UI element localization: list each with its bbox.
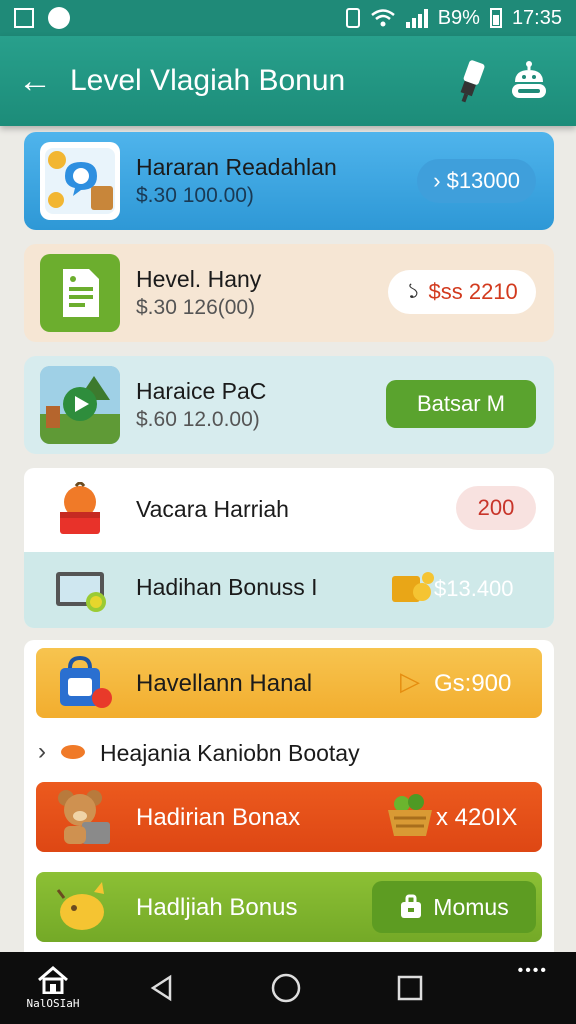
card-title: Hevel. Hany [136, 266, 262, 292]
home-button[interactable]: NalOSIaH [18, 966, 88, 1010]
house-icon [38, 966, 68, 995]
reward-value: $13.400 [434, 576, 514, 601]
home-circle-icon[interactable] [270, 972, 302, 1004]
clock: 17:35 [511, 6, 562, 29]
shopping-bag-icon [54, 654, 114, 717]
bonus-bar-red[interactable]: Hadirian Bonax x 420IX [36, 782, 542, 852]
price-value: $13000 [446, 168, 520, 193]
app-bar: ← Level Vlagiah Bonun [0, 36, 576, 126]
bar-title: Hadirian Bonax [136, 804, 301, 831]
briefcase-icon [401, 894, 422, 918]
bar-value: x 420IX [436, 804, 518, 831]
count-pill[interactable]: 200 [456, 486, 536, 530]
usb-stick-icon[interactable] [442, 52, 500, 110]
bonus-bar-green[interactable]: Hadljiah Bonus Momus [36, 872, 542, 942]
back-triangle-icon[interactable] [148, 974, 176, 1002]
bonus-row-4[interactable]: Vacara Harriah 200 [24, 468, 554, 552]
card-subtitle: $.30 126(00) [136, 296, 256, 319]
bar-title: Havellann Hanal [136, 670, 313, 697]
gold-pig-icon [54, 878, 114, 941]
chevron-right-icon: › [38, 738, 46, 765]
gift-box-icon [54, 481, 106, 543]
bonus-card-2[interactable]: Hevel. Hany $.30 126(00) ১ $ss 2210 [24, 244, 554, 342]
card-subtitle: $.60 12.0.00) [136, 408, 260, 431]
robot-icon[interactable] [500, 52, 558, 110]
button-label: Momus [433, 893, 509, 920]
page-title: Level Vlagiah Bonun [70, 64, 346, 97]
bonus-card-3[interactable]: Haraice PaC $.60 12.0.00) Batsar M [24, 356, 554, 454]
battery-percent: B9% [437, 6, 480, 29]
featured-panel: Havellann Hanal ▷ Gs:900 › Heajania Kani… [24, 640, 554, 952]
bonus-row-5[interactable]: Hadihan Bonuss I $13.400 [24, 552, 554, 628]
bar-title: Hadljiah Bonus [136, 894, 298, 921]
action-button[interactable]: Batsar M [386, 380, 536, 428]
bar-value: Gs:900 [434, 670, 512, 697]
signal-icon [405, 8, 428, 28]
wifi-icon [370, 9, 395, 27]
tablet-icon [54, 570, 110, 619]
recents-square-icon[interactable] [396, 974, 424, 1002]
price-value: $ss 2210 [428, 279, 518, 304]
row-title: Hadihan Bonuss I [136, 574, 318, 600]
chat-bubble-icon [40, 142, 120, 220]
bonus-bar-orange[interactable]: Havellann Hanal ▷ Gs:900 [36, 648, 542, 718]
vibrate-icon [345, 8, 360, 28]
teddy-bear-icon [52, 786, 116, 853]
system-nav-bar: NalOSIaH •••• [0, 952, 576, 1024]
battery-icon [489, 8, 502, 28]
play-video-icon [40, 366, 120, 444]
tag-icon: ১ [406, 277, 421, 303]
basket-icon [384, 792, 436, 845]
app-notification-icon [48, 7, 70, 29]
row-title: Vacara Harriah [136, 496, 289, 522]
card-title: Haraice PaC [136, 378, 267, 404]
bonus-button[interactable]: Momus [372, 881, 536, 933]
status-bar: B9% 17:35 [0, 0, 576, 36]
flame-icon [60, 742, 86, 765]
home-label: NalOSIaH [26, 997, 80, 1010]
bonus-panel: Vacara Harriah 200 Hadihan Bonuss I $13.… [24, 468, 554, 628]
bonus-card-1[interactable]: Hararan Readahlan $.30 100.00) › $13000 [24, 132, 554, 230]
more-icon[interactable]: •••• [518, 962, 548, 980]
price-pill[interactable]: › $13000 [417, 159, 536, 203]
card-title: Hararan Readahlan [136, 154, 337, 180]
chevron-right-icon: › [433, 168, 441, 193]
gold-coins-icon [388, 566, 436, 613]
price-pill[interactable]: ১ $ss 2210 [388, 270, 536, 314]
card-subtitle: $.30 100.00) [136, 184, 254, 207]
play-icon: ▷ [400, 666, 420, 696]
section-title: Heajania Kaniobn Bootay [100, 740, 360, 766]
screenshot-notification-icon [14, 8, 34, 28]
document-icon [40, 254, 120, 332]
section-heading[interactable]: › Heajania Kaniobn Bootay [36, 732, 542, 774]
back-arrow-icon[interactable]: ← [18, 62, 70, 101]
